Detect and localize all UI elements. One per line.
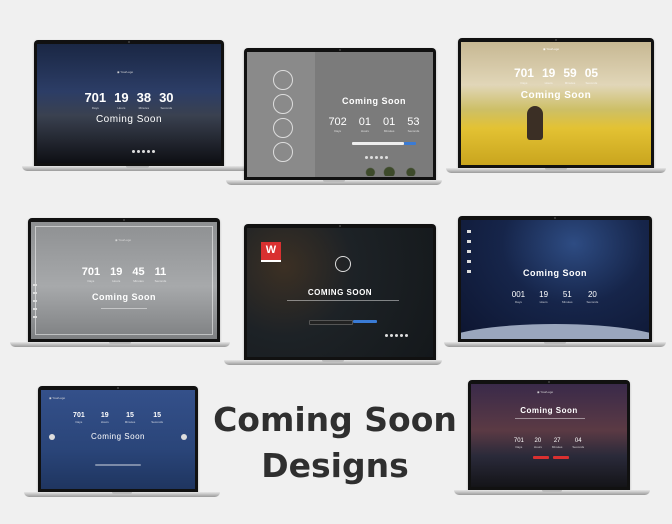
- laptop-mockup-night-road: ◉ YourLogo 701 Days 19 Hours 38 Minutes 30 S…: [22, 40, 252, 174]
- social-icons[interactable]: [385, 334, 408, 337]
- email-input[interactable]: [95, 464, 141, 466]
- submit-button[interactable]: [404, 142, 416, 145]
- countdown: 001 Days 19 Hours 51 Minutes 20 Seconds: [511, 290, 599, 304]
- laptop-mockup-flower-field: ◉ YourLogo 701 Days 19 Hours 59 Minutes 05 S…: [446, 38, 666, 176]
- laptop-mockup-night-sky: Coming Soon 001 Days 19 Hours 51 Minutes 20…: [444, 216, 666, 350]
- screen-display: Coming Soon 702 Days 01 Hours 01 Minutes 53…: [247, 52, 433, 177]
- screen-display: ◉ YourLogo 701 Days 19 Hours 38 Minutes 30 S…: [37, 44, 221, 163]
- subscribe-button[interactable]: [353, 320, 377, 323]
- countdown-seconds: 30: [159, 90, 174, 105]
- screen-display: Coming Soon 001 Days 19 Hours 51 Minutes 20…: [461, 220, 649, 339]
- screen-display: ◉ YourLogo 701 Days 19 Hours 15 Minutes 15 S…: [41, 390, 195, 489]
- coming-soon-title: Coming Soon: [91, 432, 145, 441]
- email-input[interactable]: [352, 142, 404, 145]
- logo: ◉ YourLogo: [117, 70, 134, 74]
- countdown: 701 Days 19 Hours 59 Minutes 05 Seconds: [513, 66, 599, 85]
- countdown: 702 Days 01 Hours 01 Minutes 53 Seconds: [328, 116, 420, 133]
- page-heading: Coming Soon Designs: [190, 397, 480, 489]
- screen-display: ◉ YourLogo 701 Days 19 Hours 45 Minutes 11 S…: [31, 222, 217, 339]
- coming-soon-title: Coming Soon: [92, 292, 156, 302]
- laptop-mockup-gray-bridge: ◉ YourLogo 701 Days 19 Hours 45 Minutes 11 S…: [10, 218, 230, 350]
- side-menu[interactable]: [33, 284, 37, 324]
- brand-badge: W: [261, 242, 281, 262]
- screen-display: ◉ YourLogo 701 Days 19 Hours 59 Minutes 05 S…: [461, 42, 651, 165]
- coming-soon-title: COMING SOON: [307, 288, 373, 297]
- laptop-mockup-dusk-city: ◉ YourLogo Coming Soon 701 Days 20 Hours 2…: [454, 380, 650, 498]
- social-icons[interactable]: [132, 150, 155, 153]
- laptop-mockup-coffee: W COMING SOON: [224, 224, 442, 368]
- screen-display: W COMING SOON: [247, 228, 433, 357]
- contact-button[interactable]: [553, 456, 569, 459]
- countdown: 701 Days 19 Hours 45 Minutes 11 Seconds: [81, 266, 167, 283]
- tree-silhouettes: [365, 164, 419, 176]
- social-icons[interactable]: [365, 156, 388, 159]
- screen-display: ◉ YourLogo Coming Soon 701 Days 20 Hours 2…: [471, 384, 627, 487]
- coming-soon-title: Coming Soon: [342, 96, 406, 106]
- laptop-mockup-gray-circles: Coming Soon 702 Days 01 Hours 01 Minutes 53…: [226, 48, 442, 188]
- email-input[interactable]: [309, 320, 353, 325]
- woman-figure: [527, 106, 543, 140]
- countdown: 701 Days 20 Hours 27 Minutes 04 Seconds: [513, 438, 585, 449]
- coming-soon-title: Coming Soon: [520, 90, 592, 101]
- coming-soon-title: Coming Soon: [523, 268, 587, 278]
- heading-line-2: Designs: [261, 446, 409, 485]
- coming-soon-title: Coming Soon: [95, 114, 163, 125]
- countdown: 701 Days 19 Hours 38 Minutes 30 Seconds: [84, 90, 174, 110]
- heading-line-1: Coming Soon: [213, 400, 457, 439]
- next-arrow-icon[interactable]: [181, 434, 187, 440]
- circle-menu[interactable]: [273, 70, 293, 162]
- round-emblem: [335, 256, 351, 272]
- notify-button[interactable]: [533, 456, 549, 459]
- countdown-minutes: 38: [136, 90, 152, 105]
- prev-arrow-icon[interactable]: [49, 434, 55, 440]
- coming-soon-title: Coming Soon: [520, 406, 578, 415]
- planet-horizon: [461, 324, 649, 339]
- countdown-days: 701: [84, 90, 107, 105]
- countdown: 701 Days 19 Hours 15 Minutes 15 Seconds: [73, 412, 163, 424]
- countdown-hours: 19: [114, 90, 129, 105]
